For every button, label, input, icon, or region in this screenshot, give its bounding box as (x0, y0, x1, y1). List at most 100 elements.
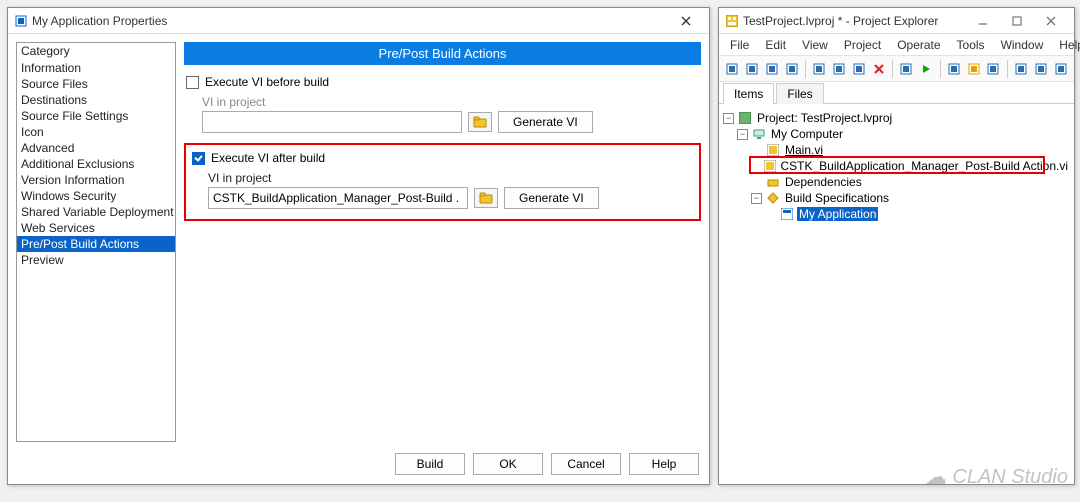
wechat-icon: ☁ (924, 464, 946, 490)
main-panel: Pre/Post Build Actions Execute VI before… (184, 42, 701, 442)
project-tree[interactable]: − Project: TestProject.lvproj − My Compu… (719, 104, 1074, 484)
before-build-section: Execute VI before build VI in project Ge… (184, 75, 701, 133)
save-icon[interactable] (763, 59, 782, 79)
execute-after-label: Execute VI after build (211, 151, 325, 165)
build-specs-icon (766, 191, 780, 205)
tree-dependencies[interactable]: Dependencies (783, 175, 864, 189)
paste-icon[interactable] (850, 59, 869, 79)
toolbar (719, 56, 1074, 82)
project-explorer-icon (725, 14, 739, 28)
expander-icon[interactable]: − (751, 193, 762, 204)
tree-my-computer[interactable]: My Computer (769, 127, 845, 141)
category-item[interactable]: Source Files (17, 76, 175, 92)
watermark: ☁ CLAN Studio (924, 464, 1068, 490)
category-item[interactable]: Shared Variable Deployment (17, 204, 175, 220)
execute-after-checkbox[interactable] (192, 152, 205, 165)
expander-icon[interactable]: − (723, 113, 734, 124)
before-vi-input[interactable] (202, 111, 462, 133)
build-icon[interactable] (1051, 59, 1070, 79)
category-item[interactable]: Icon (17, 124, 175, 140)
toolbar-separator (892, 60, 893, 78)
tree-my-application[interactable]: My Application (797, 207, 878, 221)
after-browse-button[interactable] (474, 188, 498, 208)
project-icon (738, 111, 752, 125)
hierarchy-icon[interactable] (1012, 59, 1031, 79)
save-all-icon[interactable] (782, 59, 801, 79)
cut-icon[interactable] (810, 59, 829, 79)
category-item[interactable]: Preview (17, 252, 175, 268)
menu-project[interactable]: Project (837, 36, 888, 54)
warning-icon[interactable] (964, 59, 983, 79)
category-header: Category (17, 43, 175, 60)
open-icon[interactable] (743, 59, 762, 79)
menu-operate[interactable]: Operate (890, 36, 947, 54)
toolbar-separator (1007, 60, 1008, 78)
watermark-text: CLAN Studio (952, 466, 1068, 489)
tree-highlight-box (749, 156, 1045, 174)
document-icon[interactable] (723, 59, 742, 79)
dependencies-icon (766, 175, 780, 189)
tab-files[interactable]: Files (776, 83, 823, 104)
toolbar-separator (805, 60, 806, 78)
explorer-title: TestProject.lvproj * - Project Explorer (743, 14, 966, 28)
dialog-title: My Application Properties (32, 14, 669, 28)
project-explorer: TestProject.lvproj * - Project Explorer … (718, 7, 1075, 485)
tab-items[interactable]: Items (723, 83, 774, 104)
delete-x-icon[interactable] (869, 59, 888, 79)
cancel-button[interactable]: Cancel (551, 453, 621, 475)
before-vi-label: VI in project (202, 95, 701, 109)
menu-edit[interactable]: Edit (758, 36, 793, 54)
menu-view[interactable]: View (795, 36, 835, 54)
tree-build-specs[interactable]: Build Specifications (783, 191, 891, 205)
application-icon (780, 207, 794, 221)
category-item[interactable]: Additional Exclusions (17, 156, 175, 172)
build-button[interactable]: Build (395, 453, 465, 475)
before-generate-button[interactable]: Generate VI (498, 111, 593, 133)
after-vi-input[interactable]: CSTK_BuildApplication_Manager_Post-Build… (208, 187, 468, 209)
category-item[interactable]: Destinations (17, 92, 175, 108)
after-vi-label: VI in project (208, 171, 691, 185)
execute-before-label: Execute VI before build (205, 75, 329, 89)
minimize-button[interactable] (966, 10, 1000, 32)
tab-strip: Items Files (719, 82, 1074, 104)
computer-icon (752, 127, 766, 141)
menu-window[interactable]: Window (994, 36, 1051, 54)
category-item[interactable]: Windows Security (17, 188, 175, 204)
category-item[interactable]: Web Services (17, 220, 175, 236)
vi-icon (766, 143, 780, 157)
toolbar-separator (940, 60, 941, 78)
explorer-titlebar[interactable]: TestProject.lvproj * - Project Explorer (719, 8, 1074, 34)
category-item[interactable]: Information (17, 60, 175, 76)
titlebar[interactable]: My Application Properties (8, 8, 709, 34)
close-button[interactable] (1034, 10, 1068, 32)
run-icon[interactable] (917, 59, 936, 79)
help-button[interactable]: Help (629, 453, 699, 475)
maximize-button[interactable] (1000, 10, 1034, 32)
deploy-icon[interactable] (1031, 59, 1050, 79)
after-generate-button[interactable]: Generate VI (504, 187, 599, 209)
expander-icon[interactable]: − (737, 129, 748, 140)
properties-dialog: My Application Properties Category Infor… (7, 7, 710, 485)
before-browse-button[interactable] (468, 112, 492, 132)
copy-icon[interactable] (830, 59, 849, 79)
menu-help[interactable]: Help (1052, 36, 1080, 54)
after-build-highlight: Execute VI after build VI in project CST… (184, 143, 701, 221)
menu-file[interactable]: File (723, 36, 756, 54)
find-icon[interactable] (984, 59, 1003, 79)
ok-button[interactable]: OK (473, 453, 543, 475)
execute-before-checkbox[interactable] (186, 76, 199, 89)
category-item[interactable]: Advanced (17, 140, 175, 156)
settings-gear-icon[interactable] (944, 59, 963, 79)
menu-tools[interactable]: Tools (950, 36, 992, 54)
category-list[interactable]: Category InformationSource FilesDestinat… (16, 42, 176, 442)
app-icon (14, 14, 28, 28)
panel-banner: Pre/Post Build Actions (184, 42, 701, 65)
tree-main-vi[interactable]: Main.vi (783, 143, 825, 157)
tree-project[interactable]: Project: TestProject.lvproj (755, 111, 894, 125)
close-button[interactable] (669, 10, 703, 32)
category-item[interactable]: Pre/Post Build Actions (17, 236, 175, 252)
menu-bar: FileEditViewProjectOperateToolsWindowHel… (719, 34, 1074, 56)
category-item[interactable]: Version Information (17, 172, 175, 188)
category-item[interactable]: Source File Settings (17, 108, 175, 124)
refresh-icon[interactable] (897, 59, 916, 79)
